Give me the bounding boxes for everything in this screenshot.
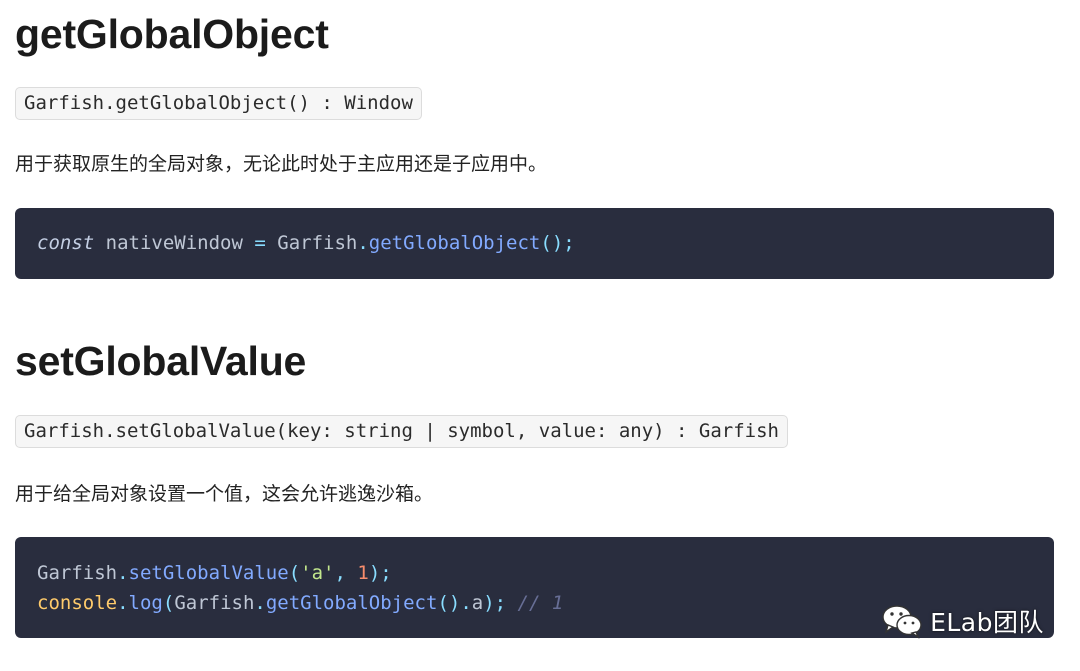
description-row: 用于获取原生的全局对象，无论此时处于主应用还是子应用中。 (15, 151, 1054, 177)
code-token: // 1 (506, 592, 564, 614)
code-token: Garfish (265, 232, 358, 254)
code-token: 'a' (300, 562, 335, 584)
code-token: setGlobalValue (128, 562, 289, 584)
code-token: Garfish (37, 562, 118, 584)
code-line: const nativeWindow = Garfish.getGlobalOb… (37, 228, 1032, 258)
description-set-global-value: 用于给全局对象设置一个值，这会允许逃逸沙箱。 (15, 483, 434, 505)
code-token: Garfish (174, 592, 255, 614)
code-token: getGlobalObject (265, 592, 438, 614)
code-block-get-global-object: const nativeWindow = Garfish.getGlobalOb… (15, 208, 1054, 279)
heading-set-global-value: setGlobalValue (15, 338, 307, 384)
code-token: getGlobalObject (368, 232, 541, 254)
section-set-global-value: setGlobalValue (15, 337, 1054, 385)
code-token: nativeWindow (94, 232, 255, 254)
code-token: 1 (357, 562, 369, 584)
signature-set-global-value: Garfish.setGlobalValue(key: string | sym… (15, 415, 788, 448)
code-token: . (117, 562, 129, 584)
signature-row: Garfish.setGlobalValue(key: string | sym… (15, 415, 1054, 448)
signature-row: Garfish.getGlobalObject() : Window (15, 87, 1054, 120)
heading-get-global-object: getGlobalObject (15, 11, 329, 57)
signature-get-global-object: Garfish.getGlobalObject() : Window (15, 87, 422, 120)
wechat-icon (882, 605, 922, 639)
code-token: ( (288, 562, 301, 584)
code-token: (); (540, 232, 575, 254)
watermark: ELab团队 (880, 603, 1044, 639)
code-token: ); (368, 562, 392, 584)
code-token: const (37, 232, 95, 254)
code-token: = (254, 232, 266, 254)
description-get-global-object: 用于获取原生的全局对象，无论此时处于主应用还是子应用中。 (15, 153, 548, 175)
code-token: a (471, 592, 484, 614)
watermark-text: ELab团队 (930, 608, 1044, 637)
code-token: , (334, 562, 358, 584)
section-get-global-object: getGlobalObject (15, 10, 1054, 58)
code-token: . (117, 592, 129, 614)
code-line: Garfish.setGlobalValue('a', 1); (37, 558, 1032, 588)
code-token: ( (162, 592, 175, 614)
code-token: ); (483, 592, 507, 614)
code-token: log (128, 592, 163, 614)
description-row: 用于给全局对象设置一个值，这会允许逃逸沙箱。 (15, 481, 1054, 507)
code-token: . (357, 232, 369, 254)
code-token: (). (437, 592, 472, 614)
code-token: . (254, 592, 266, 614)
code-token: console (37, 592, 118, 614)
